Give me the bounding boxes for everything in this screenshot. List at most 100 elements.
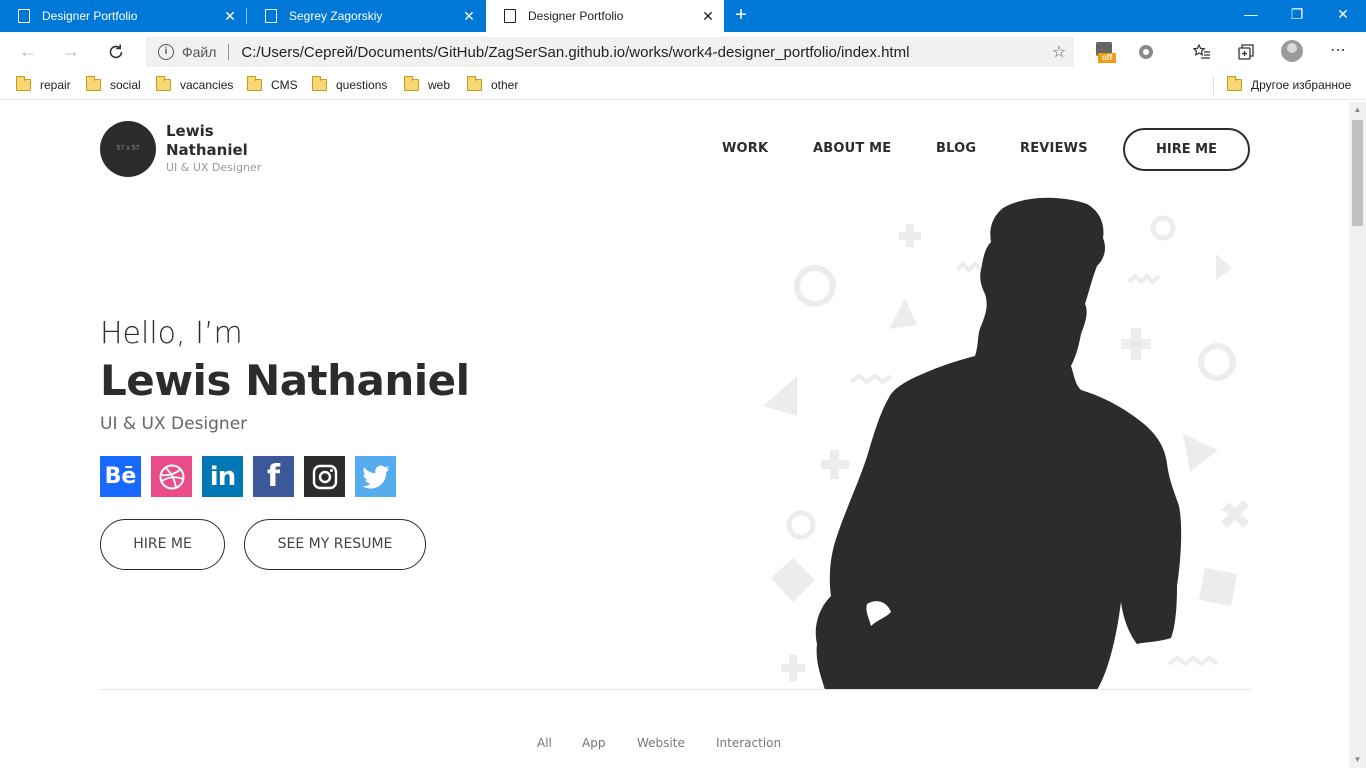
plus-shape bbox=[899, 224, 921, 247]
close-window-button[interactable]: ✕ bbox=[1320, 0, 1366, 32]
other-favorites-folder[interactable]: Другое избранное bbox=[1227, 76, 1352, 92]
filter-interaction[interactable]: Interaction bbox=[716, 736, 781, 750]
instagram-glyph bbox=[312, 464, 337, 489]
bookmark-label: Другое избранное bbox=[1251, 78, 1352, 92]
bookmark-folder[interactable]: other bbox=[467, 76, 519, 92]
folder-icon bbox=[86, 76, 101, 91]
hire-me-nav-button[interactable]: HIRE ME bbox=[1123, 128, 1250, 171]
scrollbar-thumb[interactable] bbox=[1352, 120, 1363, 226]
folder-icon bbox=[312, 76, 327, 91]
circle-shape bbox=[1198, 343, 1236, 381]
bookmark-label: questions bbox=[336, 78, 388, 92]
url-box[interactable]: i Файл C:/Users/Сергей/Documents/GitHub/… bbox=[146, 37, 1074, 67]
bookmark-folder[interactable]: CMS bbox=[247, 76, 298, 92]
page-icon bbox=[504, 9, 516, 23]
circle-shape bbox=[786, 510, 816, 540]
plus-shape bbox=[1121, 328, 1151, 360]
dribbble-glyph bbox=[159, 464, 184, 489]
bookmark-folder[interactable]: repair bbox=[16, 76, 71, 92]
triangle-shape bbox=[763, 376, 797, 416]
behance-icon[interactable]: Bē bbox=[100, 456, 141, 497]
back-button[interactable]: ← bbox=[13, 40, 43, 64]
scroll-down-arrow-icon[interactable]: ▼ bbox=[1349, 752, 1366, 768]
hero-illustration bbox=[763, 197, 1249, 690]
folder-icon bbox=[156, 76, 171, 91]
plus-shape bbox=[821, 450, 849, 479]
browser-tab-active[interactable]: Designer Portfolio ✕ bbox=[486, 0, 724, 32]
zigzag-shape bbox=[955, 261, 983, 273]
filter-app[interactable]: App bbox=[582, 736, 605, 750]
scroll-up-arrow-icon[interactable]: ▲ bbox=[1349, 102, 1366, 118]
see-resume-button[interactable]: SEE MY RESUME bbox=[244, 519, 426, 570]
bookmark-label: vacancies bbox=[180, 78, 234, 92]
info-icon[interactable]: i bbox=[158, 44, 174, 60]
tab-title: Designer Portfolio bbox=[42, 9, 138, 23]
facebook-icon[interactable]: f bbox=[253, 456, 294, 497]
filter-website[interactable]: Website bbox=[637, 736, 685, 750]
brand-name: Lewis Nathaniel bbox=[166, 122, 248, 159]
profile-avatar[interactable] bbox=[1281, 40, 1303, 62]
url-text[interactable]: C:/Users/Сергей/Documents/GitHub/ZagSerS… bbox=[241, 44, 1044, 61]
bookmark-label: web bbox=[428, 78, 451, 92]
bookmark-label: CMS bbox=[271, 78, 298, 92]
more-menu-button[interactable]: ⋯ bbox=[1325, 40, 1351, 64]
nav-work[interactable]: WORK bbox=[722, 141, 768, 156]
hire-me-button[interactable]: HIRE ME bbox=[100, 519, 225, 570]
nav-blog[interactable]: BLOG bbox=[936, 141, 976, 156]
favorite-star-icon[interactable]: ☆ bbox=[1044, 42, 1074, 62]
bookmark-label: other bbox=[491, 78, 519, 92]
hero-role: UI & UX Designer bbox=[100, 414, 248, 434]
twitter-icon[interactable] bbox=[355, 456, 396, 497]
tab-title: Designer Portfolio bbox=[528, 9, 624, 23]
bookmarks-divider bbox=[1213, 77, 1214, 95]
square-shape bbox=[1199, 568, 1237, 606]
folder-icon bbox=[247, 76, 262, 91]
instagram-icon[interactable] bbox=[304, 456, 345, 497]
close-tab-icon[interactable]: ✕ bbox=[696, 8, 720, 25]
restore-button[interactable]: ❐ bbox=[1274, 0, 1320, 32]
extension-button[interactable] bbox=[1133, 40, 1159, 64]
bookmark-folder[interactable]: questions bbox=[312, 76, 388, 92]
extension-record-icon bbox=[1139, 45, 1153, 59]
close-tab-icon[interactable]: ✕ bbox=[218, 8, 242, 25]
nav-about-me[interactable]: ABOUT ME bbox=[813, 141, 891, 156]
section-divider bbox=[100, 689, 1250, 690]
folder-icon bbox=[404, 76, 419, 91]
hero-greeting: Hello, I’m bbox=[100, 316, 243, 351]
folder-icon bbox=[16, 76, 31, 91]
refresh-icon bbox=[109, 44, 123, 59]
forward-button[interactable]: → bbox=[56, 40, 86, 64]
scheme-label: Файл bbox=[182, 44, 217, 60]
new-tab-button[interactable]: + bbox=[728, 0, 754, 32]
close-tab-icon[interactable]: ✕ bbox=[457, 8, 481, 25]
folder-icon bbox=[1227, 76, 1242, 91]
diamond-shape bbox=[771, 558, 815, 602]
minimize-button[interactable]: — bbox=[1228, 0, 1274, 32]
extension-button[interactable]: off bbox=[1094, 40, 1116, 64]
favorites-button[interactable] bbox=[1189, 40, 1215, 64]
linkedin-icon[interactable]: in bbox=[202, 456, 243, 497]
extension-badge: off bbox=[1098, 53, 1116, 63]
refresh-button[interactable] bbox=[101, 40, 131, 64]
page-icon bbox=[18, 9, 30, 23]
triangle-shape bbox=[1216, 254, 1232, 280]
circle-shape bbox=[1150, 215, 1176, 241]
bookmark-folder[interactable]: vacancies bbox=[156, 76, 234, 92]
bookmark-folder[interactable]: web bbox=[404, 76, 451, 92]
filter-all[interactable]: All bbox=[537, 736, 552, 750]
browser-tab[interactable]: Designer Portfolio ✕ bbox=[0, 0, 246, 32]
zigzag-shape bbox=[1167, 655, 1219, 667]
hero-name: Lewis Nathaniel bbox=[100, 356, 470, 405]
collections-button[interactable] bbox=[1233, 40, 1259, 64]
triangle-shape bbox=[1183, 434, 1218, 472]
page-scrollbar[interactable]: ▲ ▼ bbox=[1349, 102, 1366, 768]
logo[interactable]: 57 x 57 bbox=[100, 121, 156, 177]
nav-reviews[interactable]: REVIEWS bbox=[1020, 141, 1088, 156]
bookmark-folder[interactable]: social bbox=[86, 76, 141, 92]
zigzag-shape bbox=[849, 373, 893, 385]
browser-tab[interactable]: Segrey Zagorskiy ✕ bbox=[247, 0, 485, 32]
tab-bar: Designer Portfolio ✕ Segrey Zagorskiy ✕ … bbox=[0, 0, 1366, 32]
twitter-bird-glyph bbox=[361, 465, 389, 489]
dribbble-icon[interactable] bbox=[151, 456, 192, 497]
collections-icon bbox=[1238, 44, 1254, 60]
